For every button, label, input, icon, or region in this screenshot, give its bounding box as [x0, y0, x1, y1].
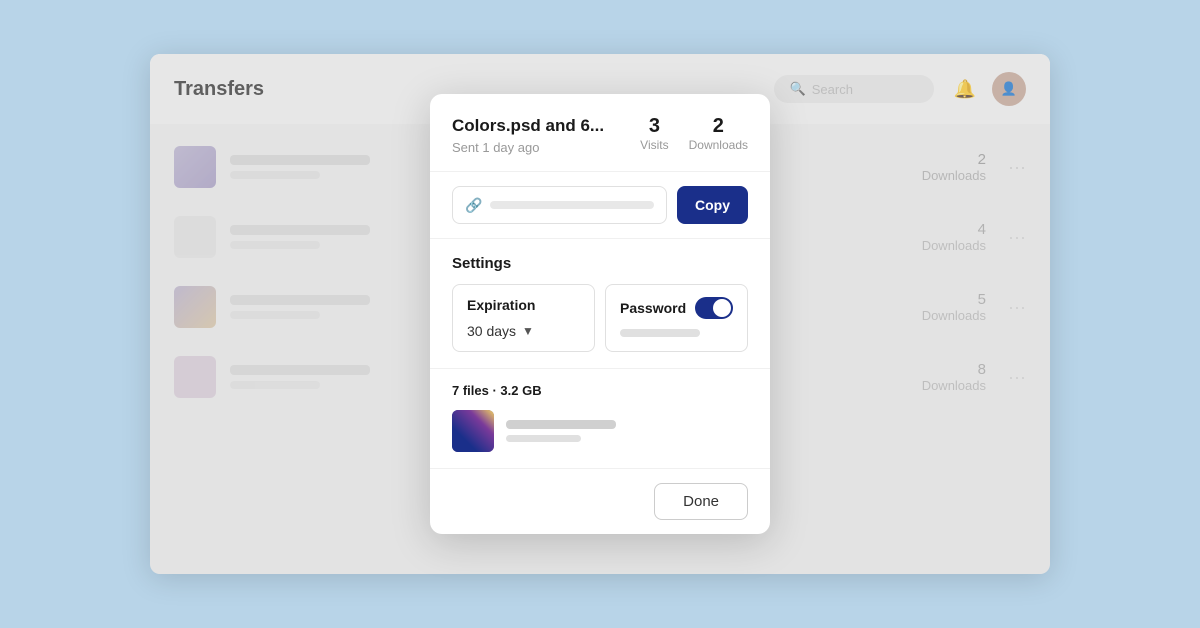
downloads-number: 2: [689, 116, 748, 136]
modal-footer: Done: [430, 468, 770, 534]
expiration-value: 30 days: [467, 323, 516, 339]
expiration-select[interactable]: 30 days ▼: [467, 323, 580, 339]
app-window: Transfers 🔍 Search 🔔 👤 2 Downloads ···: [150, 54, 1050, 574]
link-icon: 🔗: [465, 197, 482, 214]
password-bar: [620, 329, 700, 337]
password-toggle[interactable]: [695, 297, 733, 319]
files-header: 7 files · 3.2 GB: [452, 383, 748, 398]
expiration-label: Expiration: [467, 297, 535, 313]
modal-overlay: Colors.psd and 6... Sent 1 day ago 3 Vis…: [150, 54, 1050, 574]
modal-stats: 3 Visits 2 Downloads: [640, 116, 748, 152]
modal-title: Colors.psd and 6...: [452, 116, 624, 136]
visits-number: 3: [640, 116, 668, 136]
modal-header: Colors.psd and 6... Sent 1 day ago 3 Vis…: [430, 94, 770, 172]
file-preview-item: [452, 410, 748, 452]
visits-stat: 3 Visits: [640, 116, 668, 152]
modal-subtitle: Sent 1 day ago: [452, 140, 624, 155]
visits-label: Visits: [640, 138, 668, 152]
link-input[interactable]: 🔗: [452, 186, 667, 224]
done-button[interactable]: Done: [654, 483, 748, 520]
expiration-header: Expiration: [467, 297, 580, 313]
settings-row: Expiration 30 days ▼ Password: [452, 284, 748, 352]
password-header: Password: [620, 297, 733, 319]
expiration-card: Expiration 30 days ▼: [452, 284, 595, 352]
downloads-label: Downloads: [689, 138, 748, 152]
file-preview-meta-bar: [506, 435, 581, 442]
file-preview-thumbnail: [452, 410, 494, 452]
settings-section: Settings Expiration 30 days ▼: [430, 239, 770, 369]
files-section: 7 files · 3.2 GB: [430, 369, 770, 468]
file-preview-name-bar: [506, 420, 616, 429]
modal-title-section: Colors.psd and 6... Sent 1 day ago: [452, 116, 624, 155]
copy-button[interactable]: Copy: [677, 186, 748, 224]
file-preview-info: [506, 420, 748, 442]
link-bar: [490, 201, 654, 209]
password-card: Password: [605, 284, 748, 352]
settings-title: Settings: [452, 255, 748, 272]
files-count: 7 files · 3.2 GB: [452, 383, 542, 398]
modal-dialog: Colors.psd and 6... Sent 1 day ago 3 Vis…: [430, 94, 770, 534]
chevron-down-icon: ▼: [522, 324, 534, 338]
password-label: Password: [620, 300, 686, 316]
downloads-stat: 2 Downloads: [689, 116, 748, 152]
link-row: 🔗 Copy: [430, 172, 770, 239]
